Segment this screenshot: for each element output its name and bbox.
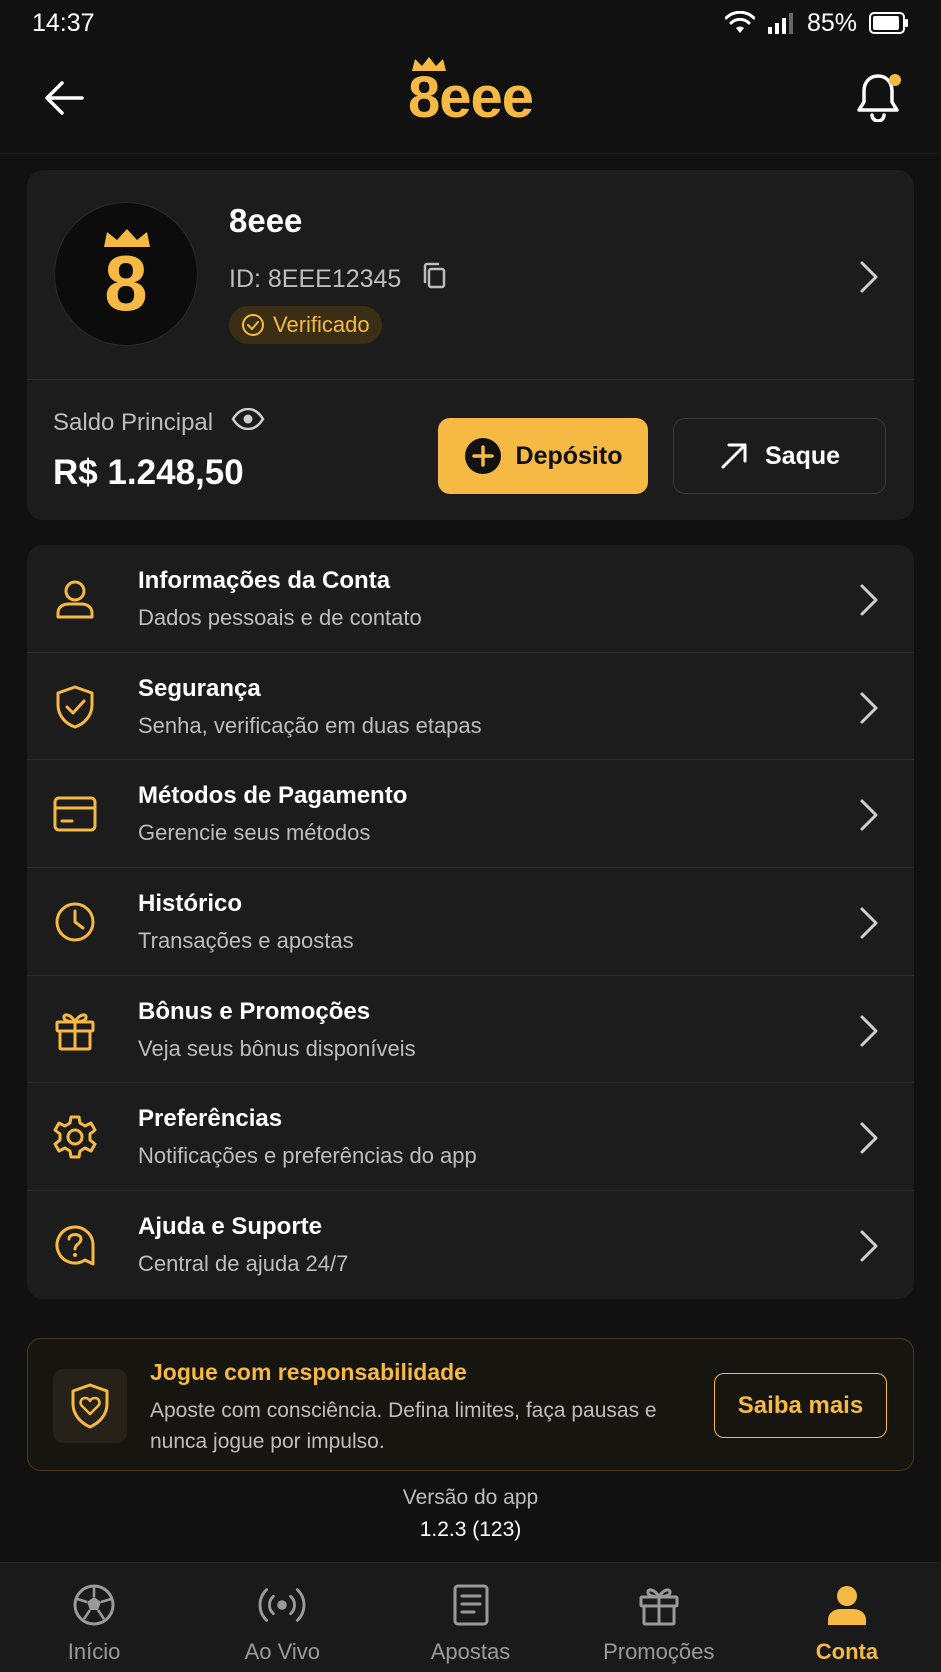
menu-title: Métodos de Pagamento [138,782,408,810]
menu-subtitle: Veja seus bônus disponíveis [138,1035,416,1061]
menu-item-preferences[interactable]: Preferências Notificações e preferências… [27,1083,914,1192]
responsible-text: Aposte com consciência. Defina limites, … [150,1399,657,1453]
gear-icon [51,1113,99,1161]
credit-card-icon [51,790,99,838]
check-circle-icon [242,314,264,336]
arrow-up-right-icon [721,443,747,469]
nav-label: Conta [815,1639,879,1664]
chevron-right-icon [860,1230,878,1262]
soccer-ball-icon [70,1581,118,1629]
document-icon [447,1581,495,1629]
battery-percent: 85% [806,8,857,37]
live-broadcast-icon [258,1581,306,1629]
profile-id-row: ID: 8EEE12345 [229,262,447,297]
withdraw-label: Saque [764,441,841,470]
gift-icon [51,1006,99,1054]
nav-label: Início [67,1639,121,1664]
withdraw-button[interactable]: Saque [673,418,886,494]
deposit-label: Depósito [515,441,623,470]
menu-subtitle: Senha, verificação em duas etapas [138,712,482,738]
chevron-right-icon [860,1122,878,1154]
shield-heart-icon [53,1369,127,1443]
chevron-right-icon [860,907,878,939]
menu-subtitle: Gerencie seus métodos [138,820,371,846]
person-icon [823,1581,871,1629]
brand-logo: 8eee [407,56,534,130]
menu-subtitle: Central de ajuda 24/7 [138,1251,349,1277]
menu-title: Histórico [138,890,243,918]
verified-label: Verificado [273,312,370,337]
verified-badge: Verificado [229,306,382,344]
version-label: Versão do app [402,1486,539,1509]
user-icon [51,575,99,623]
nav-item-live[interactable]: Ao Vivo [188,1563,376,1672]
account-menu: Informações da Conta Dados pessoais e de… [27,545,914,1299]
balance-label-row: Saldo Principal [53,407,265,437]
status-time: 14:37 [32,8,95,37]
battery-icon [869,12,909,34]
status-icons: 85% [724,8,909,38]
profile-card: 8 8eee ID: 8EEE12345 Verificado Saldo Pr… [27,170,914,520]
menu-title: Informações da Conta [138,567,391,594]
nav-item-home[interactable]: Início [0,1563,188,1672]
version-value: 1.2.3 (123) [419,1518,522,1541]
eye-icon[interactable] [231,407,265,437]
nav-label: Promoções [603,1639,715,1664]
copy-icon[interactable] [421,262,447,297]
plus-circle-icon [464,438,501,474]
menu-title: Segurança [138,674,261,702]
responsible-gaming-banner: Jogue com responsabilidade Aposte com co… [27,1338,914,1471]
menu-title: Preferências [138,1105,283,1133]
profile-summary[interactable]: 8 8eee ID: 8EEE12345 Verificado [27,170,914,380]
balance-label: Saldo Principal [53,408,214,436]
deposit-button[interactable]: Depósito [438,418,648,494]
chevron-right-icon [860,1015,878,1047]
nav-label: Ao Vivo [244,1639,321,1664]
learn-more-button[interactable]: Saiba mais [714,1373,887,1438]
gift-icon [635,1581,683,1629]
chevron-right-icon [860,261,878,293]
wifi-icon [724,11,755,35]
nav-item-bets[interactable]: Apostas [376,1563,564,1672]
chevron-right-icon [860,584,878,616]
status-bar: 14:37 85% [0,0,941,46]
responsible-title: Jogue com responsabilidade [150,1359,467,1385]
chevron-right-icon [860,692,878,724]
menu-title: Ajuda e Suporte [138,1213,323,1241]
menu-subtitle: Transações e apostas [138,928,354,954]
nav-item-account[interactable]: Conta [753,1563,941,1672]
menu-subtitle: Notificações e preferências do app [138,1143,477,1169]
avatar-text: 8 [104,238,148,327]
clock-icon [51,898,99,946]
chevron-right-icon [860,799,878,831]
menu-title: Bônus e Promoções [138,997,371,1025]
profile-id: ID: 8EEE12345 [229,265,402,293]
notification-dot [889,74,901,86]
menu-item-bonus[interactable]: Bônus e Promoções Veja seus bônus dispon… [27,976,914,1084]
menu-item-account-info[interactable]: Informações da Conta Dados pessoais e de… [27,545,914,653]
logo-text: 8eee [407,64,534,130]
app-header: 8eee [0,46,941,154]
crown-icon [104,229,150,247]
shield-check-icon [51,683,99,731]
balance-value: R$ 1.248,50 [53,453,244,492]
signal-icon [767,11,795,35]
nav-item-promotions[interactable]: Promoções [565,1563,753,1672]
arrow-left-icon [45,81,84,115]
notifications-button[interactable] [851,70,905,124]
menu-item-history[interactable]: Histórico Transações e apostas [27,868,914,976]
nav-label: Apostas [430,1639,511,1664]
bottom-navigation: Início Ao Vivo Apostas Promoções Conta [0,1562,941,1672]
menu-subtitle: Dados pessoais e de contato [138,605,422,630]
menu-item-help[interactable]: Ajuda e Suporte Central de ajuda 24/7 [27,1191,914,1299]
menu-item-payment-methods[interactable]: Métodos de Pagamento Gerencie seus métod… [27,760,914,869]
help-icon [51,1221,99,1269]
crown-icon [411,56,446,71]
menu-item-security[interactable]: Segurança Senha, verificação em duas eta… [27,653,914,761]
back-button[interactable] [40,74,88,122]
avatar: 8 [54,202,198,346]
profile-name: 8eee [229,202,303,239]
